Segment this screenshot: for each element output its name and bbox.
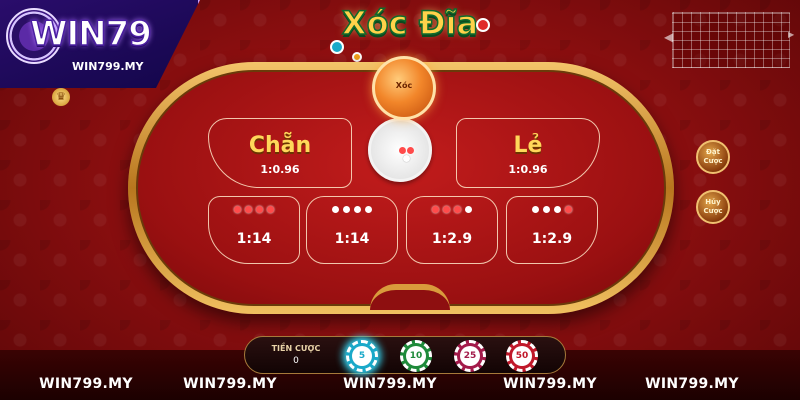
place-bet-button[interactable]: Đặt Cược — [696, 140, 730, 174]
bet-amount-value: 0 — [293, 356, 299, 366]
bet-zone-even[interactable]: Chẵn 1:0.96 — [208, 118, 352, 188]
dice-white-icon — [365, 206, 372, 213]
shaker-bowl[interactable]: Xóc — [372, 56, 436, 120]
grid-right-arrow-icon[interactable]: ▶ — [788, 30, 794, 39]
dice-dots — [407, 205, 497, 216]
dice-white-icon — [465, 206, 472, 213]
chip-10[interactable]: 10 — [400, 340, 432, 372]
table-notch — [370, 284, 450, 310]
dice-white-icon — [354, 206, 361, 213]
trophy-icon[interactable]: ♛ — [52, 88, 70, 106]
watermark: WIN799.MY — [503, 376, 597, 392]
dice-red-icon — [234, 206, 241, 213]
dice-plate — [368, 118, 432, 182]
dice-dots — [507, 205, 597, 216]
chip-25-value: 25 — [460, 346, 480, 366]
dice-red-icon — [565, 206, 572, 213]
bet-amount-label: TIỀN CƯỢC — [271, 344, 321, 353]
dice-white-icon — [343, 206, 350, 213]
dice-white-icon — [543, 206, 550, 213]
grid-left-arrow-icon[interactable]: ◀ — [664, 30, 673, 44]
logo-text: WIN79 — [29, 13, 152, 55]
cancel-bet-button[interactable]: Hủy Cược — [696, 190, 730, 224]
watermark: WIN799.MY — [343, 376, 437, 392]
dice-red-icon — [407, 147, 414, 154]
dice-red-icon — [267, 206, 274, 213]
dice-red-icon — [245, 206, 252, 213]
watermark: WIN799.MY — [39, 376, 133, 392]
dice-red-icon — [399, 147, 406, 154]
bet-zone-odds: 1:2.9 — [431, 231, 473, 247]
dice-white-icon — [554, 206, 561, 213]
watermark: WIN799.MY — [183, 376, 277, 392]
title-chip-icon — [330, 40, 344, 54]
dice-white-icon — [403, 155, 410, 162]
bet-zone-odds: 1:14 — [236, 231, 272, 247]
title-chip-icon — [352, 52, 362, 62]
bet-zone-odd-label: Lẻ — [513, 133, 543, 158]
bet-zone-odds: 1:2.9 — [531, 231, 573, 247]
dice-white-icon — [532, 206, 539, 213]
bowl-label: Xóc — [395, 81, 413, 90]
dice-dots — [209, 205, 299, 216]
dice-red-icon — [432, 206, 439, 213]
chip-50-value: 50 — [512, 346, 532, 366]
dice-red-icon — [256, 206, 263, 213]
bet-zone-three-red[interactable]: 1:2.9 — [406, 196, 498, 264]
chip-25[interactable]: 25 — [454, 340, 486, 372]
watermark: WIN799.MY — [645, 376, 739, 392]
chip-5[interactable]: 5 — [346, 340, 378, 372]
dice-red-icon — [443, 206, 450, 213]
dice-red-icon — [454, 206, 461, 213]
chip-5-value: 5 — [352, 346, 372, 366]
chip-50[interactable]: 50 — [506, 340, 538, 372]
title-chip-icon — [476, 18, 490, 32]
result-history-grid[interactable] — [672, 12, 790, 68]
chip-10-value: 10 — [406, 346, 426, 366]
bet-zone-four-red[interactable]: 1:14 — [208, 196, 300, 264]
bet-zone-odd[interactable]: Lẻ 1:0.96 — [456, 118, 600, 188]
bet-zone-odd-odds: 1:0.96 — [508, 163, 548, 176]
bet-zone-even-odds: 1:0.96 — [260, 163, 300, 176]
bet-zone-odds: 1:14 — [334, 231, 370, 247]
dice-dots — [307, 205, 397, 216]
dice-white-icon — [332, 206, 339, 213]
bet-zone-four-white[interactable]: 1:14 — [306, 196, 398, 264]
bet-zone-three-white[interactable]: 1:2.9 — [506, 196, 598, 264]
logo-url: WIN799.MY — [72, 60, 144, 73]
bet-zone-even-label: Chẵn — [248, 133, 312, 158]
